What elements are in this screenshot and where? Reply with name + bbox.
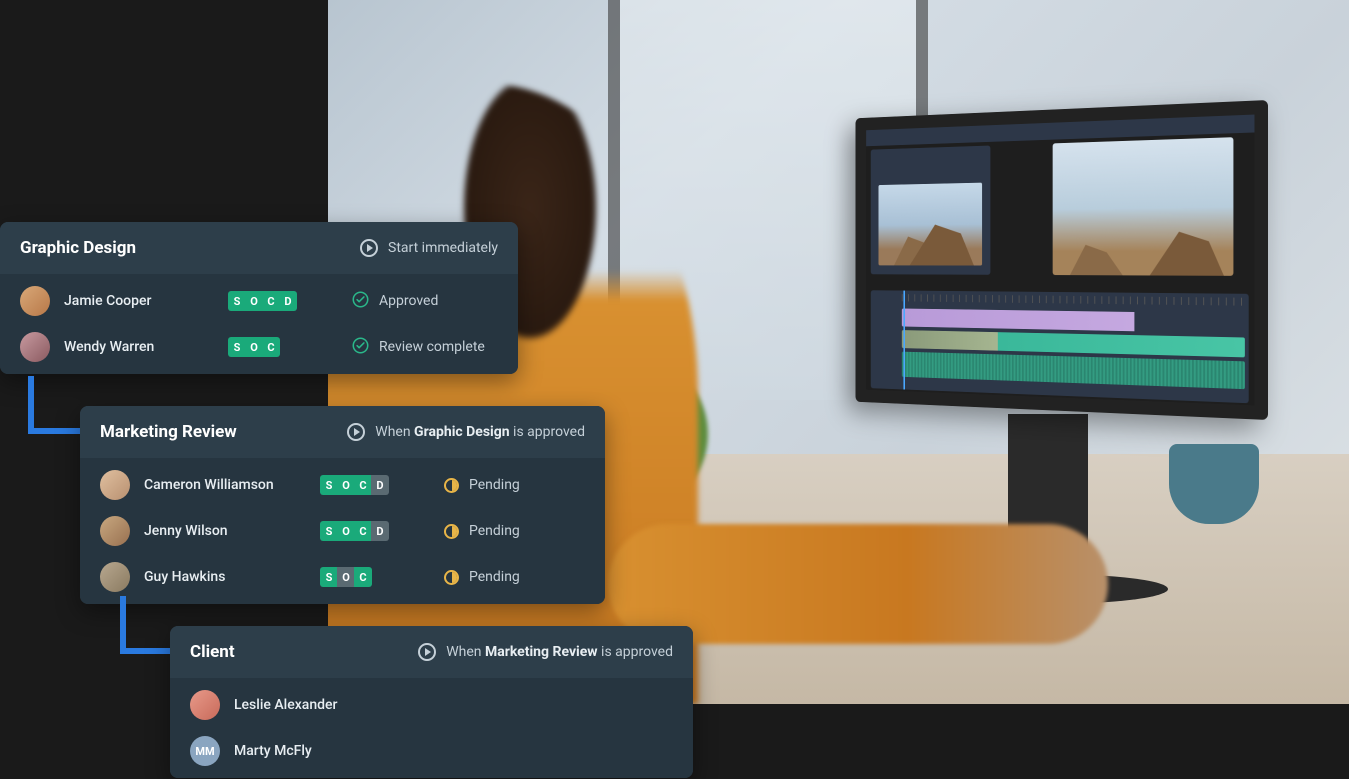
card-body: Leslie Alexander MM Marty McFly [170,678,693,778]
monitor-screen [855,100,1268,420]
avatar [100,470,130,500]
avatar [20,332,50,362]
playhead [903,291,905,390]
status-text: Approved [379,293,438,309]
trigger-text: When Graphic Design is approved [375,424,585,440]
avatar [20,286,50,316]
perm-chip-c[interactable]: C [354,521,372,541]
card-trigger: Start immediately [360,239,498,257]
reviewer-name: Cameron Williamson [144,477,306,493]
pending-icon [444,570,459,585]
card-title: Graphic Design [20,238,136,258]
workflow-card-client[interactable]: Client When Marketing Review is approved… [170,626,693,778]
reviewer-row[interactable]: Jamie Cooper SOCD Approved [0,278,518,324]
card-trigger: When Graphic Design is approved [347,423,585,441]
card-trigger: When Marketing Review is approved [418,643,673,661]
editor-source-panel [871,146,991,275]
reviewer-row[interactable]: MM Marty McFly [170,728,693,774]
perm-chip-s[interactable]: S [320,567,338,587]
pending-icon [444,524,459,539]
status: Approved [352,291,438,312]
perm-chip-c[interactable]: C [354,567,372,587]
status: Pending [444,569,520,585]
perm-chip-o[interactable]: O [337,567,355,587]
trigger-text: When Marketing Review is approved [446,644,673,660]
permission-chips: SOCD [228,291,338,311]
reviewer-row[interactable]: Jenny Wilson SOCD Pending [80,508,605,554]
perm-chip-o[interactable]: O [337,521,355,541]
play-icon [347,423,365,441]
perm-chip-s[interactable]: S [320,521,338,541]
workflow-card-graphic-design[interactable]: Graphic Design Start immediately Jamie C… [0,222,518,374]
editor-thumbnail [878,183,982,266]
avatar: MM [190,736,220,766]
perm-chip-c[interactable]: C [262,337,280,357]
permission-chips: SOCD [320,521,430,541]
perm-chip-d[interactable]: D [371,521,389,541]
perm-chip-d[interactable]: D [371,475,389,495]
reviewer-name: Leslie Alexander [234,697,673,713]
status-text: Pending [469,477,520,493]
perm-chip-c[interactable]: C [354,475,372,495]
status: Pending [444,523,520,539]
coffee-mug [1169,444,1259,524]
card-title: Marketing Review [100,422,237,442]
card-header: Marketing Review When Graphic Design is … [80,406,605,458]
reviewer-name: Marty McFly [234,743,673,759]
permission-chips: SOC [320,567,430,587]
check-icon [352,337,369,358]
status-text: Review complete [379,339,485,355]
perm-chip-o[interactable]: O [337,475,355,495]
permission-chips: SOCD [320,475,430,495]
reviewer-name: Jamie Cooper [64,293,214,309]
perm-chip-d[interactable]: D [279,291,297,311]
reviewer-row[interactable]: Guy Hawkins SOC Pending [80,554,605,600]
reviewer-row[interactable]: Wendy Warren SOC Review complete [0,324,518,370]
reviewer-name: Jenny Wilson [144,523,306,539]
editor-timeline [871,290,1249,403]
status-text: Pending [469,523,520,539]
reviewer-row[interactable]: Cameron Williamson SOCD Pending [80,462,605,508]
status-text: Pending [469,569,520,585]
card-header: Graphic Design Start immediately [0,222,518,274]
play-icon [418,643,436,661]
perm-chip-o[interactable]: O [245,291,263,311]
workflow-card-marketing-review[interactable]: Marketing Review When Graphic Design is … [80,406,605,604]
card-body: Cameron Williamson SOCD Pending Jenny Wi… [80,458,605,604]
check-icon [352,291,369,312]
connector-line [28,376,88,434]
connector-line [120,596,176,654]
permission-chips: SOC [228,337,338,357]
status: Review complete [352,337,485,358]
avatar [100,562,130,592]
perm-chip-s[interactable]: S [228,291,246,311]
editor-preview [1053,137,1234,276]
reviewer-name: Wendy Warren [64,339,214,355]
timeline-track-audio2 [902,352,1245,390]
perm-chip-c[interactable]: C [262,291,280,311]
status: Pending [444,477,520,493]
card-header: Client When Marketing Review is approved [170,626,693,678]
timeline-track-video [902,309,1245,334]
pending-icon [444,478,459,493]
perm-chip-s[interactable]: S [228,337,246,357]
perm-chip-o[interactable]: O [245,337,263,357]
perm-chip-s[interactable]: S [320,475,338,495]
avatar [190,690,220,720]
play-icon [360,239,378,257]
avatar [100,516,130,546]
card-body: Jamie Cooper SOCD Approved Wendy Warren … [0,274,518,374]
reviewer-name: Guy Hawkins [144,569,306,585]
card-title: Client [190,642,235,662]
trigger-text: Start immediately [388,240,498,256]
reviewer-row[interactable]: Leslie Alexander [170,682,693,728]
